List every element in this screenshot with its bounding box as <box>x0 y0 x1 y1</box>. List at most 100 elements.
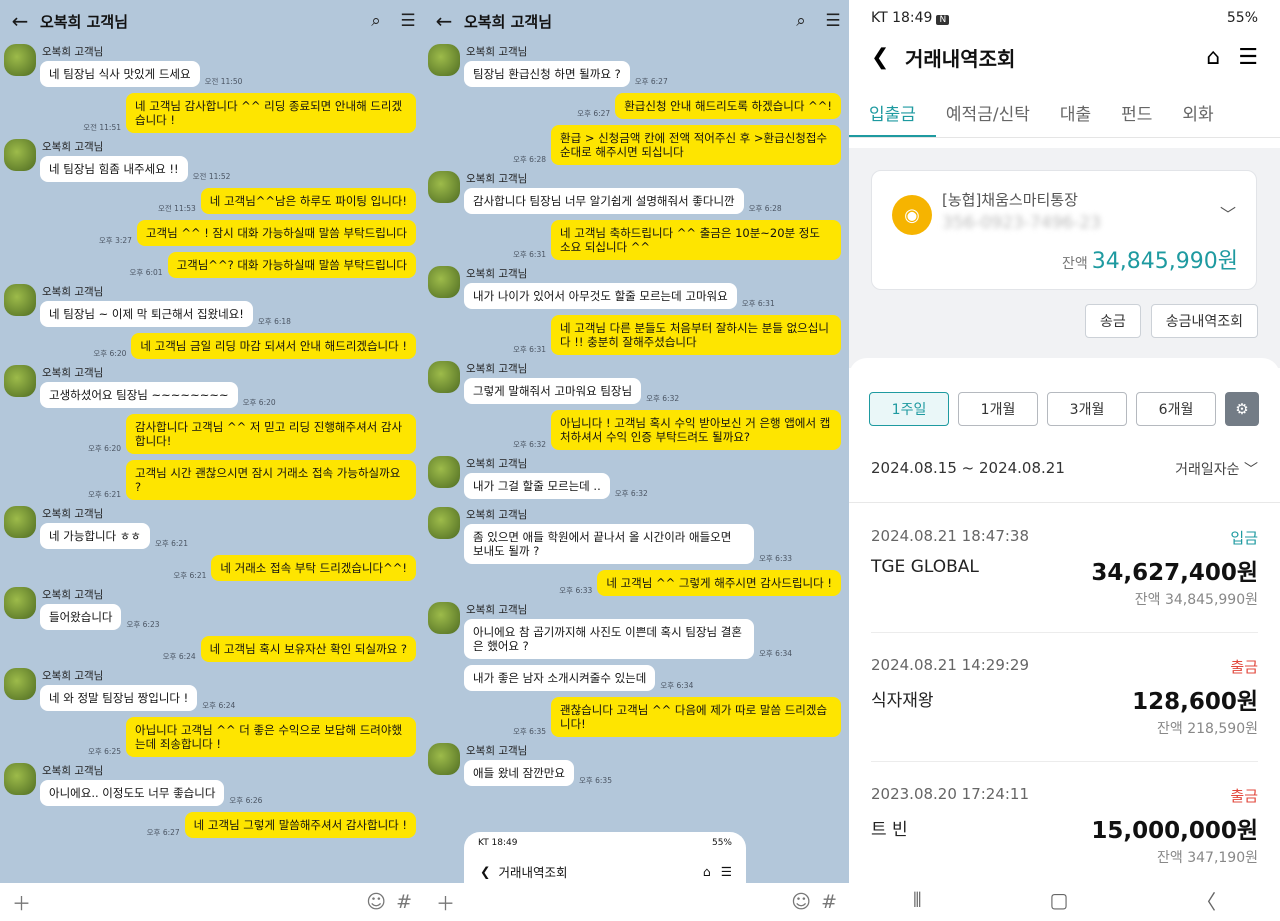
avatar[interactable] <box>428 743 460 775</box>
recents-icon[interactable]: ⦀ <box>913 888 922 912</box>
filter-settings-icon[interactable]: ⚙ <box>1225 392 1259 426</box>
avatar[interactable] <box>4 668 36 700</box>
avatar[interactable] <box>428 266 460 298</box>
message-bubble[interactable]: 고객님 ^^ ! 잠시 대화 가능하실때 말씀 부탁드립니다 <box>136 220 416 246</box>
avatar[interactable] <box>4 506 36 538</box>
message-list: 오복희 고객님 네 팀장님 식사 맛있게 드세요 오전 11:50 오전 11:51 네… <box>0 42 424 883</box>
menu-icon[interactable]: ☰ <box>1238 45 1258 70</box>
home-button-icon[interactable]: ▢ <box>1049 888 1068 912</box>
message-bubble[interactable]: 들어왔습니다 <box>40 604 122 630</box>
nh-bank-logo-icon: ◉ <box>892 195 932 235</box>
avatar[interactable] <box>428 361 460 393</box>
message-bubble[interactable]: 네 거래소 접속 부탁 드리겠습니다^^! <box>211 555 416 581</box>
search-icon[interactable]: ⌕ <box>785 11 817 31</box>
avatar[interactable] <box>4 139 36 171</box>
tab-4[interactable]: 외화 <box>1182 88 1213 137</box>
avatar[interactable] <box>4 587 36 619</box>
message-bubble[interactable]: 고생하셨어요 팀장님 ~~~~~~~~ <box>40 382 238 408</box>
transaction-row[interactable]: 2024.08.21 18:47:38 입금 TGE GLOBAL 34,627,40… <box>871 505 1258 633</box>
hash-icon[interactable]: # <box>821 891 837 913</box>
menu-icon[interactable]: ☰ <box>392 11 424 31</box>
avatar[interactable] <box>428 171 460 203</box>
message-bubble[interactable]: 네 고객님 금일 리딩 마감 되셔서 안내 해드리겠습니다 ! <box>131 333 416 359</box>
send-history-button[interactable]: 송금내역조회 <box>1150 304 1258 338</box>
message-time: 오후 6:24 <box>162 652 196 661</box>
avatar[interactable] <box>428 44 460 76</box>
plus-icon[interactable]: ＋ <box>12 889 31 916</box>
message-bubble[interactable]: 아니에요.. 이정도도 너무 좋습니다 <box>40 780 225 806</box>
message-bubble[interactable]: 내가 좋은 남자 소개시켜줄수 있는데 <box>464 665 656 691</box>
tab-0[interactable]: 입출금 <box>849 88 936 137</box>
avatar[interactable] <box>4 284 36 316</box>
transaction-row[interactable]: 2024.08.21 14:29:29 출금 식자재왕 128,600원 잔액 218,… <box>871 634 1258 762</box>
message-bubble[interactable]: 네 가능합니다 ㅎㅎ <box>40 523 150 549</box>
message-bubble[interactable]: 감사합니다 고객님 ^^ 저 믿고 리딩 진행해주셔서 감사합니다! <box>126 414 416 454</box>
message-bubble[interactable]: 네 고객님 ^^ 그렇게 해주시면 감사드립니다 ! <box>597 570 841 596</box>
message-bubble[interactable]: 그렇게 말해줘서 고마워요 팀장님 <box>464 378 642 404</box>
message-bubble[interactable]: 네 와 정말 팀장님 짱입니다 ! <box>40 685 198 711</box>
message-bubble[interactable]: 네 고객님 혹시 보유자산 확인 되실까요 ? <box>200 636 416 662</box>
avatar[interactable] <box>428 456 460 488</box>
sender-name: 오복희 고객님 <box>466 363 528 375</box>
period-button-0[interactable]: 1주일 <box>869 392 949 426</box>
message-bubble[interactable]: 환급 > 신청금액 칸에 전액 적어주신 후 >환급신청접수 순대로 해주시면 … <box>551 125 841 165</box>
back-chevron-icon[interactable]: ❮ <box>871 45 905 70</box>
message-bubble[interactable]: 네 고객님 감사합니다 ^^ 리딩 종료되면 안내해 드리겠습니다 ! <box>126 93 416 133</box>
transaction-row[interactable]: 2023.08.20 17:24:11 출금 트 빈 15,000,000원 잔액 34… <box>871 763 1258 891</box>
message-bubble[interactable]: 좀 있으면 애들 학원에서 끝나서 올 시간이라 애들오면 보내도 될까 ? <box>464 524 754 564</box>
message-time: 오후 6:28 <box>748 204 782 213</box>
message-bubble[interactable]: 네 고객님 축하드립니다 ^^ 출금은 10분~20분 정도 소요 되십니다 ^… <box>551 220 841 260</box>
period-button-3[interactable]: 6개월 <box>1136 392 1216 426</box>
message-bubble[interactable]: 내가 나이가 있어서 아무것도 할줄 모르는데 고마워요 <box>464 283 737 309</box>
message-row: 오후 3:27 고객님 ^^ ! 잠시 대화 가능하실때 말씀 부탁드립니다 <box>0 220 416 246</box>
avatar[interactable] <box>4 763 36 795</box>
back-nav-icon[interactable]: 〈 <box>1196 886 1216 915</box>
avatar[interactable] <box>428 602 460 634</box>
message-bubble[interactable]: 네 고객님 다른 분들도 처음부터 잘하시는 분들 없으십니다 !! 충분히 잘… <box>551 315 841 355</box>
message-bubble[interactable]: 아닙니다 ! 고객님 혹시 수익 받아보신 거 은행 앱에서 캡처하셔서 수익 … <box>551 410 841 450</box>
message-bubble[interactable]: 네 팀장님 식사 맛있게 드세요 <box>40 61 200 87</box>
send-button[interactable]: 송금 <box>1084 304 1141 338</box>
message-bubble[interactable]: 팀장님 환급신청 하면 될까요 ? <box>464 61 630 87</box>
chevron-down-icon[interactable]: ﹀ <box>1220 201 1236 225</box>
avatar[interactable] <box>428 507 460 539</box>
message-bubble[interactable]: 네 고객님 그렇게 말씀해주셔서 감사합니다 ! <box>184 812 416 838</box>
message-bubble[interactable]: 애들 왔네 잠깐만요 <box>464 760 574 786</box>
message-time: 오후 6:28 <box>512 155 546 164</box>
home-icon[interactable]: ⌂ <box>1206 45 1220 70</box>
avatar[interactable] <box>4 365 36 397</box>
message-bubble[interactable]: 네 팀장님 힘좀 내주세요 !! <box>40 156 188 182</box>
chat-title: 오복희 고객님 <box>40 12 129 31</box>
sort-dropdown[interactable]: 거래일자순 ﹀ <box>1175 459 1258 479</box>
incoming-group: 오복희 고객님 그렇게 말해줘서 고마워요 팀장님 오후 6:32 <box>428 361 849 410</box>
emoji-icon[interactable]: ☺ <box>366 891 386 913</box>
account-card[interactable]: ◉ [농협]채움스마티통장 356-0923-7496-23 ﹀ 잔액 34,84… <box>871 170 1257 290</box>
tab-1[interactable]: 예적금/신탁 <box>946 88 1030 137</box>
tab-2[interactable]: 대출 <box>1060 88 1091 137</box>
message-bubble[interactable]: 고객님^^? 대화 가능하실때 말씀 부탁드립니다 <box>167 252 416 278</box>
message-bubble[interactable]: 아니에요 참 곱기까지해 사진도 이쁜데 혹시 팀장님 결혼은 했어요 ? <box>464 619 754 659</box>
message-bubble[interactable]: 네 고객님^^남은 하루도 파이팅 입니다! <box>200 188 416 214</box>
search-icon[interactable]: ⌕ <box>360 11 392 31</box>
message-bubble[interactable]: 고객님 시간 괜찮으시면 잠시 거래소 접속 가능하실까요 ? <box>126 460 416 500</box>
message-bubble[interactable]: 괜찮습니다 고객님 ^^ 다음에 제가 따로 말씀 드리겠습니다! <box>551 697 841 737</box>
message-bubble[interactable]: 환급신청 안내 해드리도록 하겠습니다 ^^! <box>615 93 841 119</box>
back-arrow-icon[interactable]: ← <box>424 9 464 33</box>
message-bubble[interactable]: 내가 그걸 할줄 모르는데 .. <box>464 473 610 499</box>
emoji-icon[interactable]: ☺ <box>791 891 811 913</box>
period-button-2[interactable]: 3개월 <box>1047 392 1127 426</box>
message-bubble[interactable]: 네 팀장님 ~ 이제 막 퇴근해서 집왔네요! <box>40 301 253 327</box>
menu-icon[interactable]: ☰ <box>817 11 849 31</box>
message-time: 오후 6:21 <box>87 490 121 499</box>
plus-icon[interactable]: ＋ <box>436 889 455 916</box>
message-bubble[interactable]: 아닙니다 고객님 ^^ 더 좋은 수익으로 보답해 드려야했는데 죄송합니다 ! <box>126 717 416 757</box>
message-bubble[interactable]: 감사합니다 팀장님 너무 알기쉽게 설명해줘서 좋다니깐 <box>464 188 744 214</box>
incoming-group: 오복희 고객님 아니에요 참 곱기까지해 사진도 이쁜데 혹시 팀장님 결혼은 했… <box>428 602 849 697</box>
home-icon: ⌂ <box>702 864 711 879</box>
message-time: 오후 6:34 <box>759 649 793 658</box>
tab-3[interactable]: 펀드 <box>1121 88 1152 137</box>
period-button-1[interactable]: 1개월 <box>958 392 1038 426</box>
hash-icon[interactable]: # <box>396 891 412 913</box>
avatar[interactable] <box>4 44 36 76</box>
back-arrow-icon[interactable]: ← <box>0 9 40 33</box>
